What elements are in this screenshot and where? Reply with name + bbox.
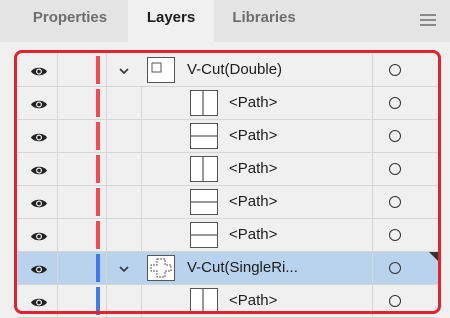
target-circle-icon[interactable] [389,163,401,175]
column-divider [106,219,107,251]
column-divider [372,219,373,251]
layer-color-indicator [96,56,100,84]
selected-art-indicator-icon [429,252,438,261]
layer-path-row[interactable]: <Path> [17,153,438,186]
indent-divider [141,120,142,152]
indent-divider [141,153,142,185]
layer-group-row[interactable]: V-Cut(SingleRi... [17,252,438,285]
column-divider [106,153,107,185]
layer-name[interactable]: <Path> [229,87,277,119]
layer-path-row[interactable]: <Path> [17,219,438,252]
visibility-eye-icon[interactable] [30,64,48,76]
layer-color-indicator [96,287,100,315]
visibility-eye-icon[interactable] [30,262,48,274]
column-divider [106,87,107,119]
column-divider [106,285,107,317]
column-divider [57,285,58,317]
column-divider [106,54,107,86]
indent-divider [141,87,142,119]
indent-divider [141,285,142,317]
layer-color-indicator [96,188,100,216]
indent-divider [141,219,142,251]
layer-name[interactable]: V-Cut(Double) [187,54,282,86]
tab-libraries[interactable]: Libraries [216,0,312,42]
layer-group-row[interactable]: V-Cut(Double) [17,54,438,87]
layer-color-indicator [96,122,100,150]
layer-path-row[interactable]: <Path> [17,120,438,153]
layer-path-row[interactable]: <Path> [17,186,438,219]
layer-name[interactable]: V-Cut(SingleRi... [187,252,298,284]
column-divider [57,153,58,185]
indent-divider [141,186,142,218]
layer-name[interactable]: <Path> [229,120,277,152]
column-divider [372,120,373,152]
column-divider [372,54,373,86]
layer-path-row[interactable]: <Path> [17,285,438,318]
panel-tab-bar: Properties Layers Libraries [0,0,450,42]
target-circle-icon[interactable] [389,64,401,76]
layer-thumbnail [190,189,218,215]
visibility-eye-icon[interactable] [30,97,48,109]
column-divider [57,87,58,119]
column-divider [57,120,58,152]
target-circle-icon[interactable] [389,295,401,307]
column-divider [57,54,58,86]
layer-color-indicator [96,155,100,183]
target-circle-icon[interactable] [389,196,401,208]
column-divider [372,153,373,185]
layer-name[interactable]: <Path> [229,219,277,251]
chevron-down-icon[interactable] [119,63,129,75]
column-divider [57,219,58,251]
column-divider [372,285,373,317]
column-divider [106,186,107,218]
layer-thumbnail [190,222,218,248]
layer-path-row[interactable]: <Path> [17,87,438,120]
column-divider [106,252,107,284]
column-divider [372,87,373,119]
layer-thumbnail [147,255,175,281]
layer-thumbnail [147,57,175,83]
visibility-eye-icon[interactable] [30,163,48,175]
chevron-down-icon[interactable] [119,261,129,273]
hamburger-menu-icon[interactable] [420,14,436,26]
target-circle-icon[interactable] [389,97,401,109]
column-divider [106,120,107,152]
target-circle-icon[interactable] [389,229,401,241]
layer-name[interactable]: <Path> [229,285,277,317]
layer-color-indicator [96,89,100,117]
layer-thumbnail [190,288,218,314]
target-circle-icon[interactable] [389,262,401,274]
layer-thumbnail [190,90,218,116]
visibility-eye-icon[interactable] [30,130,48,142]
layer-color-indicator [96,221,100,249]
layer-color-indicator [96,254,100,282]
visibility-eye-icon[interactable] [30,196,48,208]
layer-name[interactable]: <Path> [229,153,277,185]
column-divider [372,186,373,218]
visibility-eye-icon[interactable] [30,229,48,241]
visibility-eye-icon[interactable] [30,295,48,307]
layer-thumbnail [190,156,218,182]
layer-thumbnail [190,123,218,149]
target-circle-icon[interactable] [389,130,401,142]
column-divider [57,252,58,284]
tab-properties[interactable]: Properties [14,0,126,42]
tab-layers[interactable]: Layers [128,0,214,42]
column-divider [372,252,373,284]
layer-name[interactable]: <Path> [229,186,277,218]
column-divider [57,186,58,218]
